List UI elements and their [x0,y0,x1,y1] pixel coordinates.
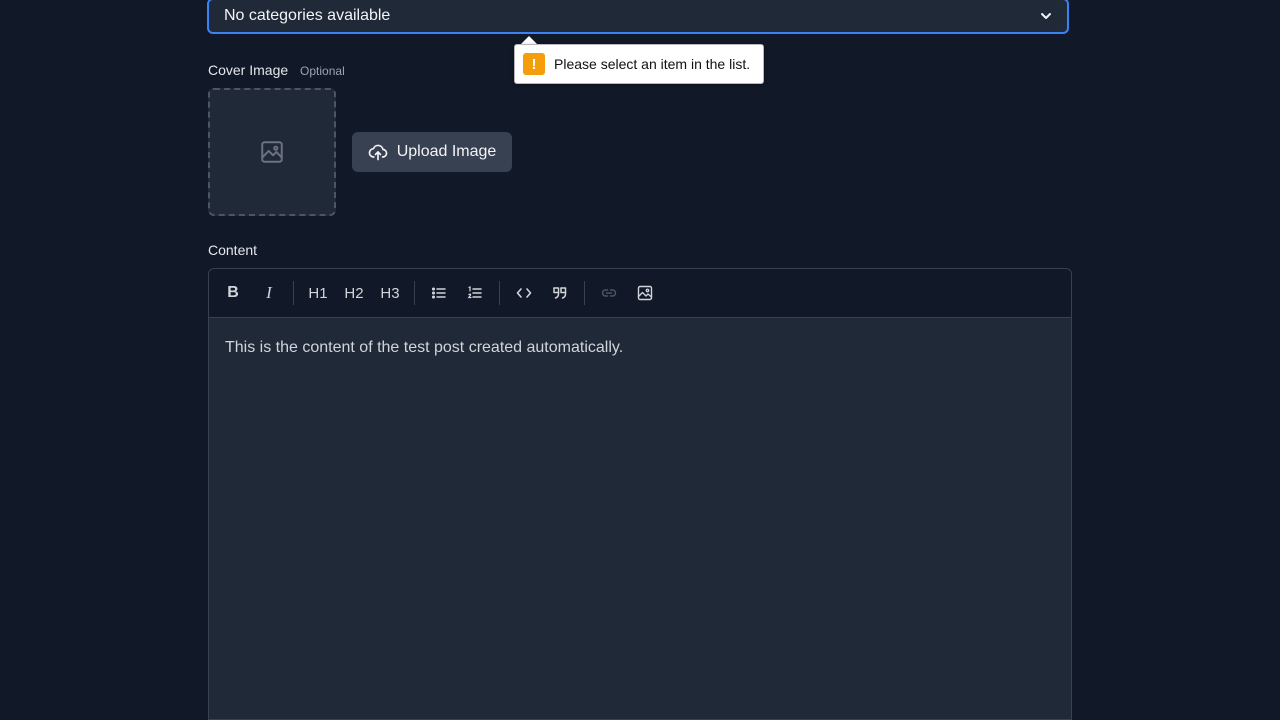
chevron-down-icon [1041,13,1051,19]
content-label: Content [208,242,258,258]
bullet-list-icon [431,287,446,299]
bold-button[interactable]: B [217,277,249,309]
code-icon [516,288,532,298]
upload-image-label: Upload Image [396,143,497,160]
editor-paragraph: This is the content of the test post cre… [225,339,624,356]
cover-image-label: Cover Image Optional [208,62,345,78]
category-select[interactable]: No categories available [207,0,1069,34]
heading-1-label: H1 [308,284,328,302]
bullet-list-button[interactable] [423,277,455,309]
quote-button[interactable] [544,277,576,309]
editor-content-area[interactable]: This is the content of the test post cre… [209,318,1071,378]
insert-image-button[interactable] [629,277,661,309]
toolbar-divider [293,281,294,305]
rich-text-editor: B I H1 H2 H3 This is the content of the … [208,268,1072,720]
ordered-list-button[interactable] [459,277,491,309]
warning-icon: ! [523,53,545,75]
cover-image-label-text: Cover Image [208,62,289,78]
cover-image-placeholder[interactable] [208,88,336,216]
ordered-list-icon [467,286,482,299]
link-icon [601,289,617,297]
editor-toolbar: B I H1 H2 H3 [209,269,1071,318]
toolbar-divider [499,281,500,305]
category-select-value: No categories available [224,7,391,24]
post-editor-page: No categories available ! Please select … [0,0,1280,720]
heading-2-label: H2 [344,284,364,302]
toolbar-divider [584,281,585,305]
bold-icon: B [227,284,239,301]
cloud-upload-icon [368,144,388,161]
heading-3-label: H3 [380,284,400,302]
heading-2-button[interactable]: H2 [338,277,370,309]
italic-button[interactable]: I [253,277,285,309]
image-icon [261,141,283,163]
toolbar-divider [414,281,415,305]
quote-icon [553,287,567,299]
heading-1-button[interactable]: H1 [302,277,334,309]
heading-3-button[interactable]: H3 [374,277,406,309]
upload-image-button[interactable]: Upload Image [352,132,512,172]
link-button[interactable] [593,277,625,309]
italic-icon: I [266,283,272,302]
validation-tooltip: ! Please select an item in the list. [514,44,764,84]
validation-message: Please select an item in the list. [554,56,751,72]
optional-tag: Optional [300,64,345,78]
code-button[interactable] [508,277,540,309]
image-icon [637,285,653,301]
